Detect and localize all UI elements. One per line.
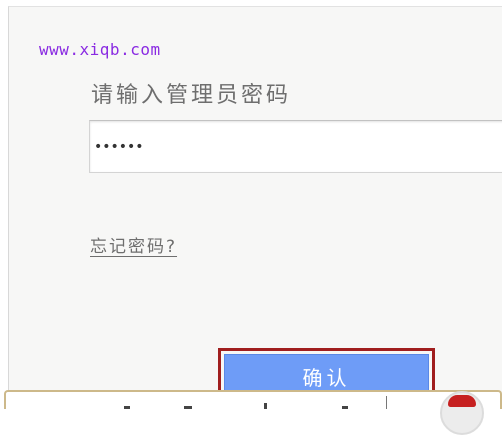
site-watermark: www.xiqb.com [39, 40, 161, 59]
password-prompt-label: 请输入管理员密码 [91, 83, 292, 108]
user-avatar-icon[interactable] [440, 391, 484, 435]
admin-password-field[interactable] [89, 120, 502, 173]
forgot-password-link[interactable]: 忘记密码? [90, 232, 177, 257]
avatar-hat-icon [448, 395, 476, 407]
confirm-button[interactable]: 确认 [224, 354, 429, 394]
bottom-toolbar [4, 390, 502, 409]
toolbar-divider [386, 396, 387, 409]
toolbar-bracket-icon [264, 403, 267, 409]
